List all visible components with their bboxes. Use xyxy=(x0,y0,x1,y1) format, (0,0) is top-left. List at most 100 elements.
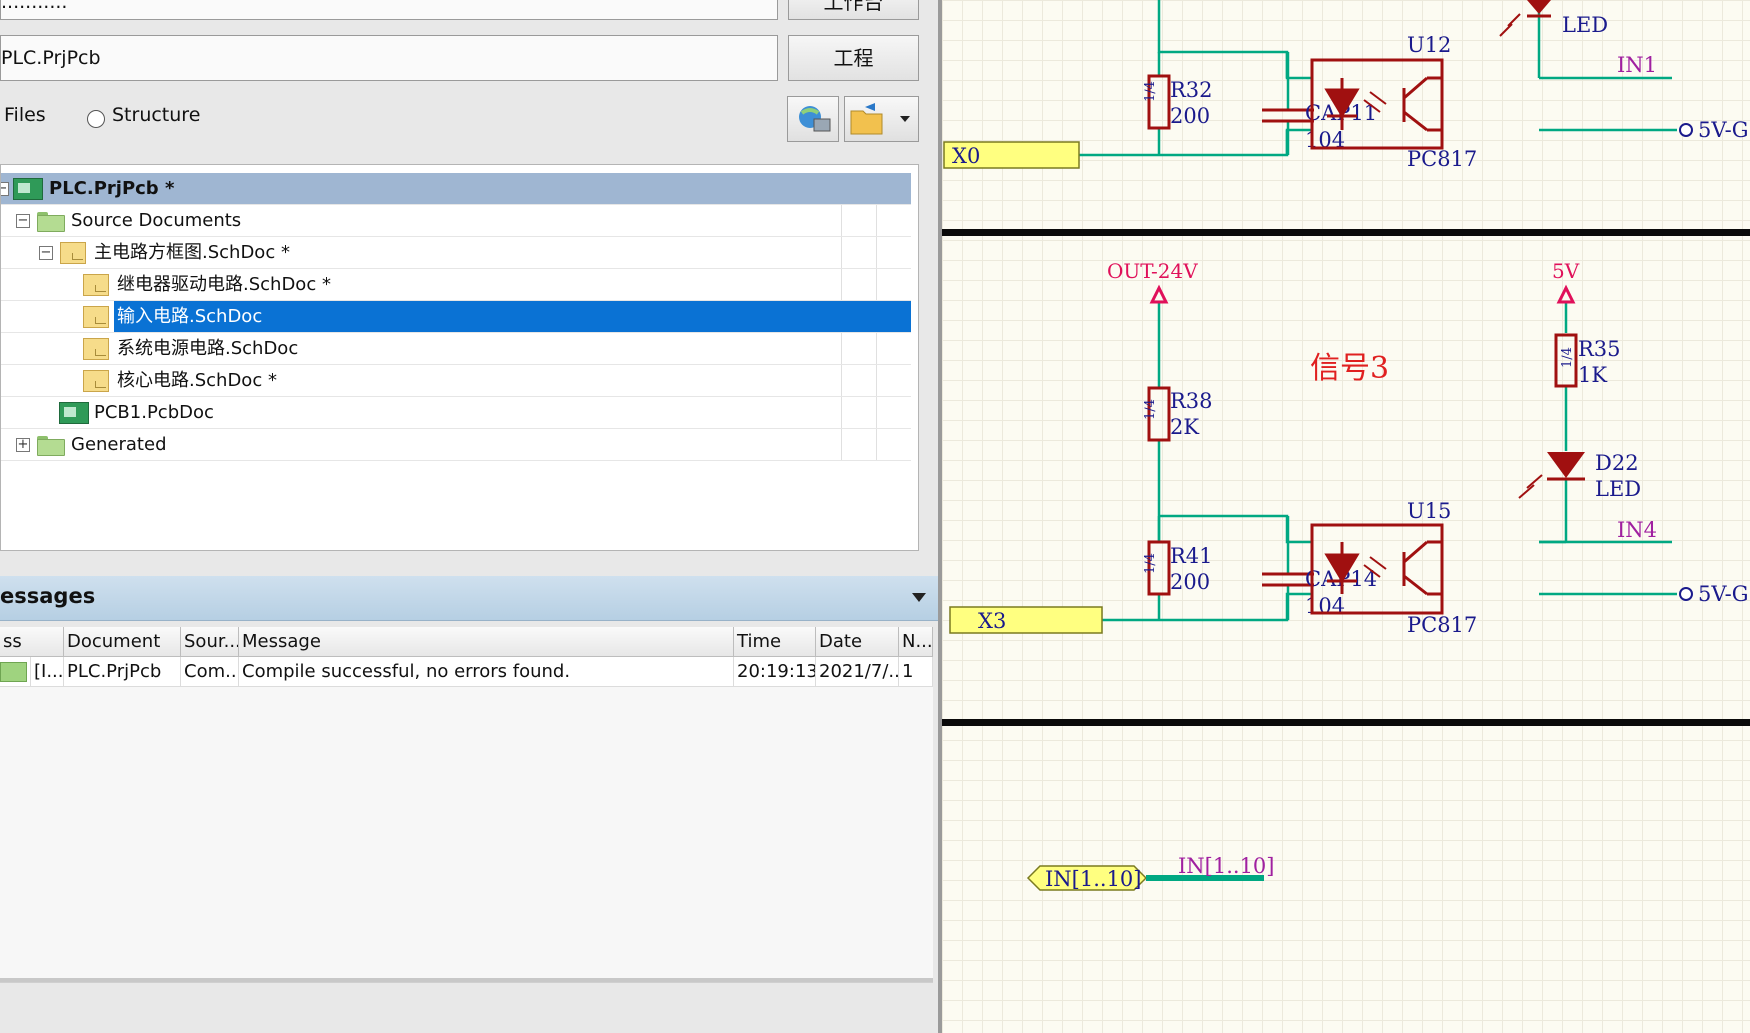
port-x0-label: X0 xyxy=(952,144,980,168)
power-label-5vg-top: 5V-G xyxy=(1698,118,1748,142)
d22-value: LED xyxy=(1595,477,1641,501)
tree-row-label: 系统电源电路.SchDoc xyxy=(117,338,299,359)
schematic-doc-icon xyxy=(83,370,109,392)
tree-row-input-circuit[interactable]: 输入电路.SchDoc xyxy=(1,301,911,333)
folder-icon xyxy=(37,212,65,232)
project-field[interactable]: PLC.PrjPcb xyxy=(0,35,778,81)
power-label-5vg-mid: 5V-G xyxy=(1698,582,1748,606)
tree-row-label: Source Documents xyxy=(71,210,242,231)
pcb-doc-icon xyxy=(59,402,89,424)
project-button[interactable]: 工程 xyxy=(788,35,919,81)
r32-designator: R32 xyxy=(1170,78,1213,102)
column-header-class[interactable]: ss xyxy=(0,627,64,657)
schematic-canvas[interactable]: LED 1/4 R32 200 CAP11 104 U12 PC817 IN1 … xyxy=(942,0,1750,1033)
messages-panel-header: essages xyxy=(0,576,938,621)
tree-row-main-block-diagram[interactable]: − 主电路方框图.SchDoc * xyxy=(1,237,911,269)
tree-row-project[interactable]: − PLC.PrjPcb * xyxy=(1,173,911,205)
net-label-in4: IN4 xyxy=(1617,518,1657,542)
tree-row-label: PCB1.PcbDoc xyxy=(94,402,214,423)
tree-row-pcb[interactable]: PCB1.PcbDoc xyxy=(1,397,911,429)
collapse-toggle[interactable]: − xyxy=(39,246,53,260)
tree-row-core-circuit[interactable]: 核心电路.SchDoc * xyxy=(1,365,911,397)
tree-row-source-documents[interactable]: − Source Documents xyxy=(1,205,911,237)
messages-title: essages xyxy=(0,584,96,608)
r35-value: 1K xyxy=(1578,363,1607,387)
u15-part: PC817 xyxy=(1407,613,1477,637)
column-header-message[interactable]: Message xyxy=(239,627,734,657)
schematic-doc-icon xyxy=(83,338,109,360)
messages-table: ss Document Sour... Message Time Date N.… xyxy=(0,627,933,983)
structure-option[interactable]: Structure xyxy=(112,104,200,126)
project-icon xyxy=(13,178,43,200)
message-document: PLC.PrjPcb xyxy=(64,657,181,687)
structure-radio[interactable] xyxy=(87,110,105,128)
tree-row-relay-driver[interactable]: 继电器驱动电路.SchDoc * xyxy=(1,269,911,301)
schematic-doc-icon xyxy=(83,274,109,296)
workspace-field[interactable]: ........... xyxy=(0,0,778,20)
r41-rating: 1/4 xyxy=(1143,553,1158,574)
column-header-time[interactable]: Time xyxy=(734,627,816,657)
workspace-button[interactable]: 工作台 xyxy=(788,0,919,20)
open-project-button[interactable] xyxy=(844,96,919,142)
schematic-doc-icon xyxy=(60,242,86,264)
compile-icon xyxy=(799,106,831,132)
power-label-5v: 5V xyxy=(1552,259,1580,283)
net-label-in1: IN1 xyxy=(1617,53,1657,77)
panel-menu-chevron-icon[interactable] xyxy=(912,593,926,602)
signal-title: 信号3 xyxy=(1310,351,1389,386)
power-port-circle-icon[interactable] xyxy=(1679,123,1693,137)
expand-toggle[interactable]: + xyxy=(16,438,30,452)
power-arrow-out-24v-icon[interactable] xyxy=(1149,284,1169,304)
tree-row-power-circuit[interactable]: 系统电源电路.SchDoc xyxy=(1,333,911,365)
column-header-no[interactable]: N... xyxy=(899,627,933,657)
compile-button[interactable] xyxy=(787,96,839,142)
message-class-swatch xyxy=(0,657,31,687)
tree-row-label: 核心电路.SchDoc * xyxy=(117,370,277,391)
column-header-date[interactable]: Date xyxy=(816,627,899,657)
folder-open-icon xyxy=(850,103,883,135)
project-button-label: 工程 xyxy=(833,46,874,70)
input-port-x3[interactable] xyxy=(949,606,1103,634)
r32-value: 200 xyxy=(1170,104,1210,128)
chevron-down-icon[interactable] xyxy=(900,116,910,122)
led-d22[interactable] xyxy=(1518,452,1585,499)
r38-value: 2K xyxy=(1170,415,1199,439)
files-option-label: Files xyxy=(4,104,46,126)
schematic-doc-icon xyxy=(83,306,109,328)
r38-designator: R38 xyxy=(1170,389,1213,413)
project-tree: − PLC.PrjPcb * − Source Documents − 主电路方… xyxy=(0,164,919,551)
horizontal-scrollbar[interactable] xyxy=(0,978,933,982)
r35-designator: R35 xyxy=(1578,337,1621,361)
r41-designator: R41 xyxy=(1170,544,1213,568)
power-arrow-5v-icon[interactable] xyxy=(1556,284,1576,304)
port-x3-label: X3 xyxy=(978,609,1006,633)
r41-value: 200 xyxy=(1170,570,1210,594)
power-label-out-24v: OUT-24V xyxy=(1107,259,1198,283)
workspace-button-label: 工作台 xyxy=(823,0,884,14)
u15-designator: U15 xyxy=(1407,499,1451,523)
info-status-icon xyxy=(0,662,27,682)
u12-designator: U12 xyxy=(1407,33,1451,57)
message-class: [I... xyxy=(31,657,64,687)
tree-row-label: PLC.PrjPcb * xyxy=(49,178,175,199)
message-text: Compile successful, no errors found. xyxy=(239,657,734,687)
led-symbol-top[interactable] xyxy=(1499,0,1551,37)
folder-icon xyxy=(37,436,65,456)
led-value-top: LED xyxy=(1562,13,1608,37)
message-number: 1 xyxy=(899,657,933,687)
bus-port-label: IN[1..10] xyxy=(1045,867,1142,891)
projects-panel: ........... 工作台 PLC.PrjPcb 工程 Files Stru… xyxy=(0,0,938,1033)
tree-row-label: 主电路方框图.SchDoc * xyxy=(94,242,290,263)
files-option[interactable]: Files xyxy=(4,104,46,126)
collapse-toggle[interactable]: − xyxy=(16,214,30,228)
power-port-circle-icon[interactable] xyxy=(1679,587,1693,601)
collapse-toggle[interactable]: − xyxy=(1,182,9,196)
column-header-document[interactable]: Document xyxy=(64,627,181,657)
message-source: Com... xyxy=(181,657,239,687)
column-header-source[interactable]: Sour... xyxy=(181,627,239,657)
u12-part: PC817 xyxy=(1407,147,1477,171)
structure-option-label: Structure xyxy=(112,104,201,126)
tree-row-label: Generated xyxy=(71,434,167,455)
project-field-value: PLC.PrjPcb xyxy=(1,47,101,69)
tree-row-generated[interactable]: + Generated xyxy=(1,429,911,461)
